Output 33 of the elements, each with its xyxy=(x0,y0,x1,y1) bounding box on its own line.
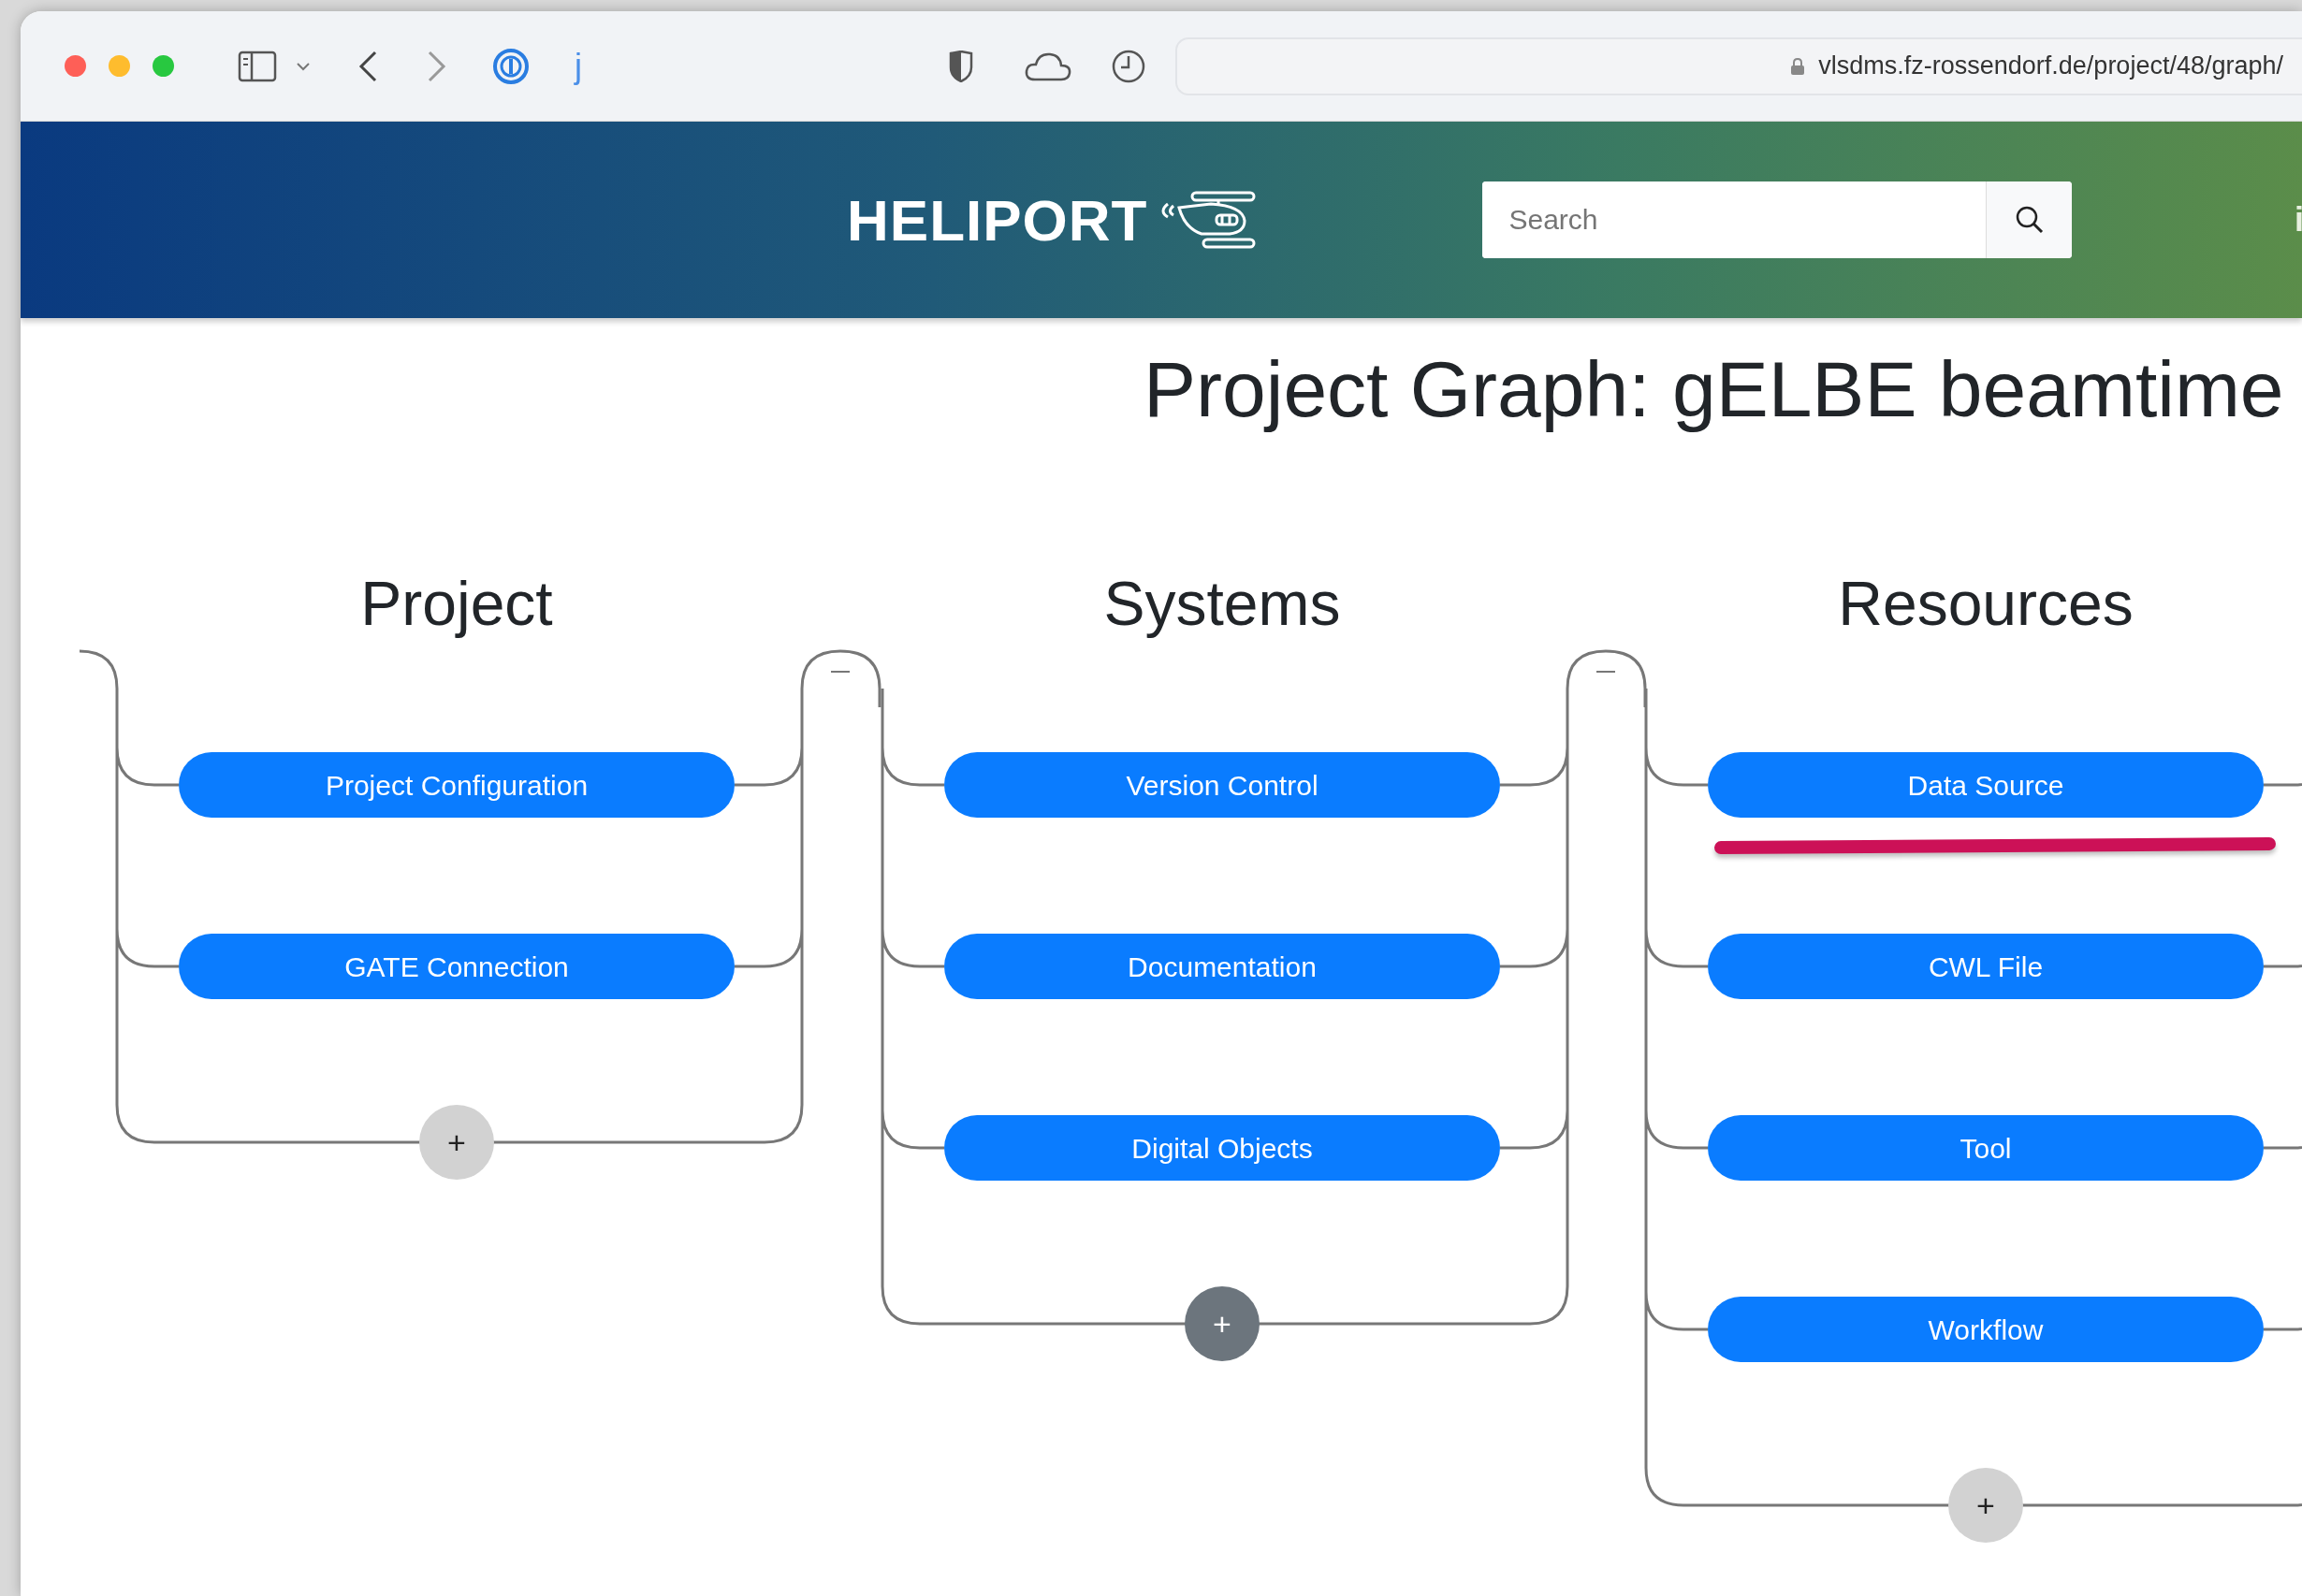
collapse-icon[interactable] xyxy=(1595,671,1616,674)
node-button[interactable]: CWL File xyxy=(1708,934,2264,1000)
password-manager-icon[interactable] xyxy=(492,47,530,85)
close-window-button[interactable] xyxy=(65,55,86,77)
page-title: Project Graph: gELBE beamtime xyxy=(1143,344,2285,435)
column-heading: Systems xyxy=(1103,568,1341,641)
info-label[interactable]: i xyxy=(2295,195,2302,245)
add-button[interactable]: + xyxy=(1948,1468,2023,1544)
sidebar-icon[interactable] xyxy=(238,50,277,82)
collapse-icon[interactable] xyxy=(830,671,851,674)
column-heading: Resources xyxy=(1838,568,2134,641)
node-button[interactable]: GATE Connection xyxy=(179,934,735,1000)
node-button[interactable]: Project Configuration xyxy=(179,752,735,819)
search-icon xyxy=(2014,205,2045,235)
chevron-down-icon[interactable] xyxy=(296,61,311,71)
node-button[interactable]: Version Control xyxy=(944,752,1500,819)
add-button[interactable]: + xyxy=(419,1105,494,1181)
node-button[interactable]: Workflow xyxy=(1708,1297,2264,1363)
lock-icon xyxy=(1790,56,1806,76)
node-button[interactable]: Documentation xyxy=(944,934,1500,1000)
extension-label[interactable]: j xyxy=(575,40,582,92)
address-bar[interactable]: vlsdms.fz-rossendorf.de/project/48/graph/ xyxy=(1175,36,2302,95)
node-button[interactable]: Data Source xyxy=(1708,752,2264,819)
add-button[interactable]: + xyxy=(1185,1286,1260,1362)
forward-icon[interactable] xyxy=(427,49,447,83)
node-button[interactable]: Tool xyxy=(1708,1115,2264,1182)
column-heading: Project xyxy=(360,568,553,641)
back-icon[interactable] xyxy=(357,49,378,83)
node-button[interactable]: Digital Objects xyxy=(944,1115,1500,1182)
search-button[interactable] xyxy=(1986,181,2073,258)
url-text: vlsdms.fz-rossendorf.de/project/48/graph/ xyxy=(1818,51,2283,82)
shield-icon[interactable] xyxy=(949,50,973,82)
brand-name[interactable]: HELIPORT xyxy=(847,176,1148,264)
